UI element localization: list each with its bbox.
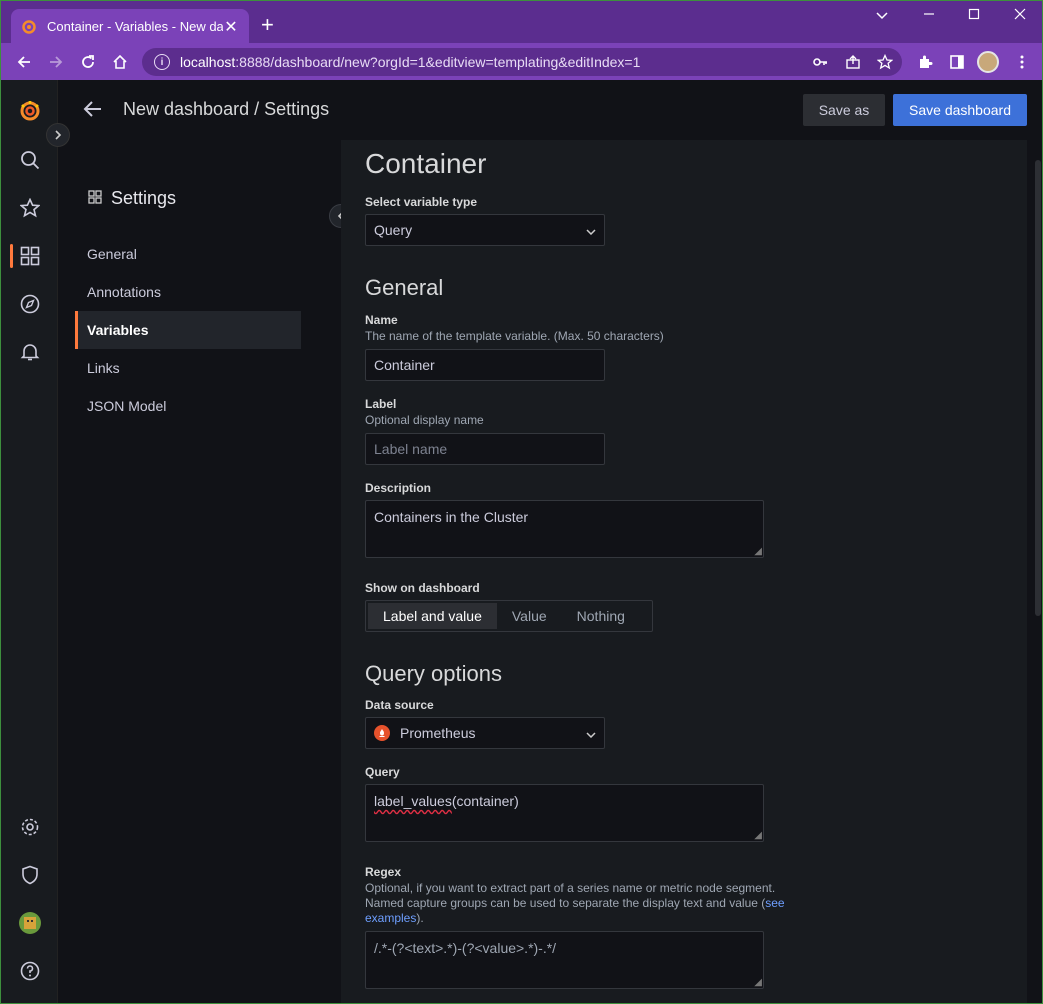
- grafana-logo-icon[interactable]: [18, 99, 42, 123]
- name-description: The name of the template variable. (Max.…: [365, 329, 664, 343]
- name-input[interactable]: Container: [365, 349, 605, 381]
- search-icon[interactable]: [18, 148, 42, 172]
- tab-search-icon[interactable]: [872, 7, 892, 23]
- regex-textarea[interactable]: /.*-(?<text>.*)-(?<value>.*)-.*/ ◢: [365, 931, 764, 989]
- side-menu: [1, 80, 58, 1003]
- close-window-icon[interactable]: [1010, 7, 1030, 23]
- settings-sidebar: Settings General Annotations Variables L…: [58, 140, 353, 1003]
- site-info-icon[interactable]: i: [154, 54, 170, 70]
- query-label: Query: [365, 765, 400, 779]
- regex-desc-line-1: Optional, if you want to extract part of…: [365, 881, 776, 895]
- chevron-down-icon: [586, 725, 596, 741]
- nav-item-variables[interactable]: Variables: [75, 311, 301, 349]
- minimize-icon[interactable]: [919, 7, 939, 23]
- active-indicator: [10, 244, 13, 268]
- server-admin-shield-icon[interactable]: [18, 863, 42, 887]
- bookmark-star-icon[interactable]: [876, 53, 894, 71]
- browser-toolbar: i localhost:8888/dashboard/new?orgId=1&e…: [0, 43, 1043, 80]
- query-args: (container): [451, 793, 519, 809]
- browser-tab-bar: Container - Variables - New dash ✕ +: [0, 0, 1043, 44]
- scrollbar[interactable]: [1035, 160, 1041, 616]
- nav-item-annotations[interactable]: Annotations: [75, 273, 301, 311]
- query-options-heading: Query options: [365, 661, 502, 686]
- label-description: Optional display name: [365, 413, 484, 427]
- examples-link[interactable]: examples: [365, 911, 416, 925]
- resize-handle-icon[interactable]: ◢: [754, 978, 762, 988]
- back-arrow-icon[interactable]: [82, 98, 104, 125]
- page-title: New dashboard / Settings: [123, 99, 330, 119]
- regex-label: Regex: [365, 865, 402, 879]
- apps-grid-icon: [88, 188, 102, 209]
- reload-icon[interactable]: [77, 51, 99, 73]
- see-link[interactable]: see: [765, 896, 784, 910]
- radio-value[interactable]: Value: [497, 603, 562, 629]
- home-icon[interactable]: [109, 51, 131, 73]
- alerting-bell-icon[interactable]: [18, 340, 42, 364]
- forward-icon[interactable]: [45, 51, 67, 73]
- new-tab-button[interactable]: +: [261, 14, 274, 36]
- dashboards-icon[interactable]: [18, 244, 42, 268]
- grafana-app: New dashboard / Settings Save as Save da…: [0, 80, 1043, 1004]
- url-host: localhost: [180, 54, 236, 70]
- save-as-button[interactable]: Save as: [803, 94, 885, 126]
- regex-value: /.*-(?<text>.*)-(?<value>.*)-.*/: [374, 940, 557, 956]
- explore-compass-icon[interactable]: [18, 292, 42, 316]
- regex-desc-end: ).: [416, 911, 424, 925]
- variable-type-label: Select variable type: [365, 195, 478, 209]
- help-icon[interactable]: [18, 959, 42, 983]
- show-on-dashboard-label: Show on dashboard: [365, 581, 480, 595]
- key-icon[interactable]: [811, 53, 829, 71]
- description-textarea[interactable]: Containers in the Cluster ◢: [365, 500, 764, 558]
- starred-icon[interactable]: [18, 196, 42, 220]
- back-icon[interactable]: [13, 51, 35, 73]
- radio-nothing[interactable]: Nothing: [562, 603, 640, 629]
- name-label: Name: [365, 313, 398, 327]
- regex-description: Optional, if you want to extract part of…: [365, 881, 805, 926]
- nav-item-json-model[interactable]: JSON Model: [75, 387, 301, 425]
- variable-type-value: Query: [374, 222, 413, 238]
- chevron-down-icon: [586, 222, 596, 238]
- page-toolbar: New dashboard / Settings Save as Save da…: [58, 80, 1043, 140]
- nav-item-general[interactable]: General: [75, 235, 301, 273]
- resize-handle-icon[interactable]: ◢: [754, 547, 762, 557]
- label-input[interactable]: Label name: [365, 433, 605, 465]
- query-function: label_values: [374, 793, 452, 809]
- query-textarea[interactable]: label_values(container) ◢: [365, 784, 764, 842]
- nav-item-links[interactable]: Links: [75, 349, 301, 387]
- configuration-gear-icon[interactable]: [18, 815, 42, 839]
- extensions-icon[interactable]: [916, 53, 934, 71]
- datasource-value: Prometheus: [400, 725, 476, 741]
- profile-avatar[interactable]: [977, 51, 999, 73]
- share-icon[interactable]: [844, 53, 862, 71]
- close-tab-icon[interactable]: ✕: [223, 17, 239, 37]
- variable-editor: Container Select variable type Query Gen…: [341, 140, 1027, 1003]
- description-label: Description: [365, 481, 432, 495]
- datasource-select[interactable]: Prometheus: [365, 717, 605, 749]
- more-menu-icon[interactable]: [1013, 53, 1031, 71]
- general-heading: General: [365, 275, 444, 300]
- settings-title: Settings: [111, 188, 177, 208]
- browser-tab-title: Container - Variables - New dash: [47, 19, 223, 34]
- resize-handle-icon[interactable]: ◢: [754, 831, 762, 841]
- url-path: :8888/dashboard/new?orgId=1&editview=tem…: [235, 54, 641, 70]
- label-label: Label: [365, 397, 397, 411]
- variable-type-select[interactable]: Query: [365, 214, 605, 246]
- settings-heading: Settings: [88, 188, 176, 209]
- datasource-label: Data source: [365, 698, 434, 712]
- variable-heading: Container: [365, 148, 487, 179]
- grafana-favicon-icon: [21, 19, 37, 35]
- user-avatar-icon[interactable]: [18, 911, 42, 935]
- regex-desc-line-2: Named capture groups can be used to sepa…: [365, 896, 766, 910]
- show-on-dashboard-radio: Label and value Value Nothing: [365, 600, 653, 632]
- radio-label-and-value[interactable]: Label and value: [368, 603, 497, 629]
- description-value: Containers in the Cluster: [374, 509, 529, 525]
- save-dashboard-button[interactable]: Save dashboard: [893, 94, 1027, 126]
- prometheus-icon: [374, 725, 390, 741]
- address-bar[interactable]: i localhost:8888/dashboard/new?orgId=1&e…: [142, 48, 902, 76]
- browser-tab[interactable]: Container - Variables - New dash ✕: [11, 9, 249, 44]
- side-panel-icon[interactable]: [948, 53, 966, 71]
- maximize-icon[interactable]: [964, 7, 984, 23]
